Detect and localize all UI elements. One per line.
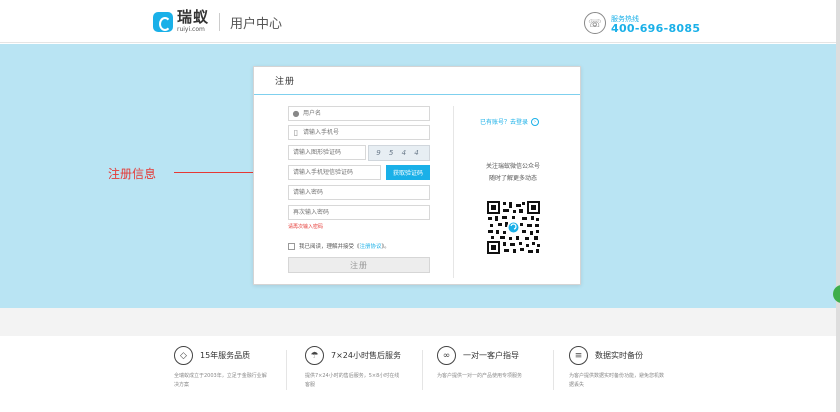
- password-confirm-input[interactable]: [289, 206, 429, 219]
- phone-field[interactable]: ▯: [288, 125, 430, 140]
- logo-mark-icon: [153, 11, 173, 32]
- feature-desc: 全瑞蚁成立于2003年，立足于金融行业解决方案: [174, 373, 267, 388]
- agree-checkbox[interactable]: [288, 242, 295, 250]
- agreement-link[interactable]: 注册协议: [360, 242, 382, 250]
- hotline-number: 400-696-8085: [611, 22, 701, 35]
- phone-icon: ☏: [584, 12, 606, 34]
- title-underline: [254, 94, 580, 95]
- feature-divider: [422, 350, 423, 390]
- get-sms-code-button[interactable]: 获取验证码: [386, 165, 430, 180]
- password-confirm-field[interactable]: [288, 205, 430, 220]
- password-input[interactable]: [289, 186, 429, 199]
- wechat-updates-text: 随时了解更多动态: [488, 175, 537, 182]
- feature-desc: 为客户提供数据实时备份功能，避免您机数据丢失: [569, 373, 665, 388]
- scrollbar-track[interactable]: [836, 0, 840, 412]
- username-field[interactable]: ●: [288, 106, 430, 121]
- captcha-field[interactable]: [288, 145, 366, 160]
- feature-desc: 为客户提供一对一的产品使用专项服务: [437, 373, 523, 379]
- sms-code-input[interactable]: [289, 166, 380, 179]
- feature-title: 7×24小时售后服务: [331, 351, 401, 360]
- feature-title: 一对一客户指导: [463, 351, 519, 360]
- wechat-qr-code: [486, 200, 541, 255]
- password-field[interactable]: [288, 185, 430, 200]
- backup-icon: ≡: [569, 346, 588, 365]
- login-link-text: 已有账号？去登录: [480, 119, 529, 126]
- feature-title: 15年服务品质: [200, 351, 251, 360]
- agree-prefix: 我已阅读，理解并接受《: [299, 244, 360, 250]
- phone-input[interactable]: [303, 126, 429, 139]
- logo-name: 瑞蚁: [177, 8, 210, 26]
- login-link[interactable]: 已有账号？去登录 ›: [480, 117, 540, 126]
- sms-code-field[interactable]: [288, 165, 381, 180]
- captcha-input[interactable]: [289, 146, 365, 159]
- handshake-icon: ∞: [437, 346, 456, 365]
- feature-divider: [286, 350, 287, 390]
- username-input[interactable]: [303, 107, 429, 120]
- diamond-icon: ◇: [174, 346, 193, 365]
- register-card: 注册 ● ▯ 9 5 4 4 获取验证码 请再次输入密码 我已阅读，理解并接受《…: [253, 66, 581, 285]
- arrow-right-icon: ›: [531, 117, 540, 126]
- user-icon: ●: [292, 109, 300, 118]
- umbrella-icon: ☂: [305, 346, 324, 365]
- mobile-icon: ▯: [293, 128, 299, 137]
- card-divider: [453, 106, 454, 278]
- top-header: 瑞蚁 ruiyi.com 用户中心 ☏ 服务热线 400-696-8085: [0, 0, 840, 43]
- agreement-row: 我已阅读，理解并接受《 注册协议 》。: [288, 242, 390, 250]
- page-title: 用户中心: [230, 17, 283, 32]
- features-footer: ◇ 15年服务品质 全瑞蚁成立于2003年，立足于金融行业解决方案 ☂ 7×24…: [0, 336, 836, 412]
- feature-title: 数据实时备份: [595, 351, 643, 360]
- logo-domain: ruiyi.com: [177, 26, 205, 33]
- error-message: 请再次输入密码: [288, 224, 324, 230]
- agree-suffix: 》。: [381, 244, 390, 250]
- feature-divider: [553, 350, 554, 390]
- annotation-label: 注册信息: [108, 167, 157, 181]
- brand-logo[interactable]: 瑞蚁 ruiyi.com: [153, 10, 209, 33]
- feature-desc: 提供7×24小时的售后服务，5×8小时在线客服: [305, 373, 400, 388]
- register-button[interactable]: 注册: [288, 257, 430, 273]
- register-title: 注册: [275, 77, 296, 87]
- captcha-image[interactable]: 9 5 4 4: [368, 145, 430, 161]
- section-band: [0, 308, 836, 336]
- header-divider: [219, 13, 220, 31]
- wechat-follow-text: 关注瑞蚁微信公众号: [485, 163, 540, 170]
